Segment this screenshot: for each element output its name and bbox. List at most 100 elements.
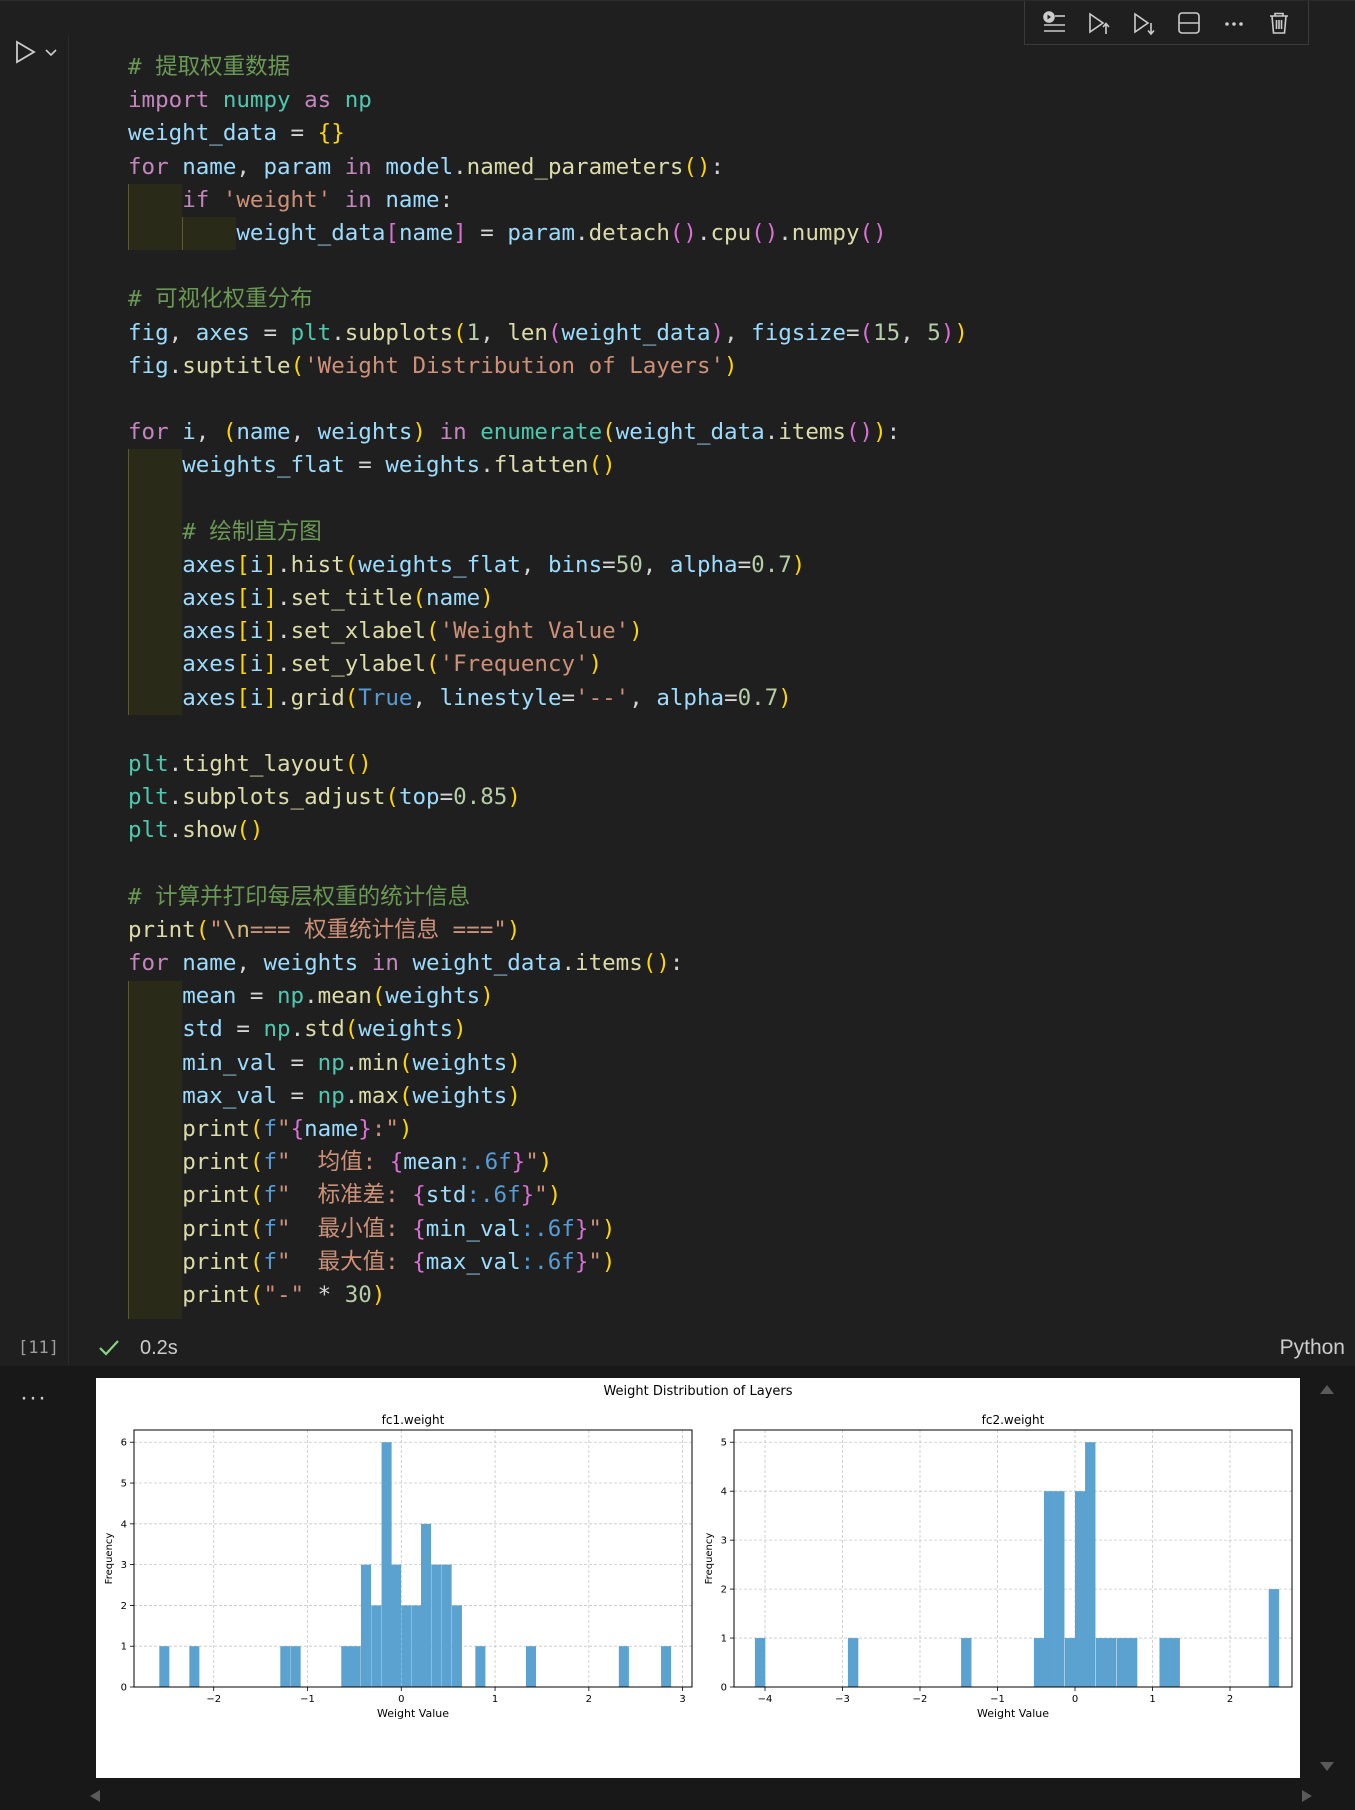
code-line[interactable]: import numpy as np [128,84,968,117]
code-token: . [277,651,291,678]
code-token: weights [263,950,359,977]
scroll-left-arrow-icon [90,1790,100,1802]
histogram-bar [754,1638,766,1687]
run-by-line-button[interactable] [1037,6,1071,40]
code-token: , [900,319,928,346]
code-line[interactable]: print(f" 最大值: {max_val:.6f}") [128,1246,968,1279]
code-line[interactable]: # 可视化权重分布 [128,283,968,316]
more-actions-button[interactable] [1217,6,1251,40]
code-token: axes [182,651,237,678]
code-line[interactable]: print(f" 标准差: {std:.6f}") [128,1179,968,1212]
code-line[interactable]: for name, param in model.named_parameter… [128,151,968,184]
chevron-down-icon[interactable] [42,43,60,61]
code-line[interactable]: weight_data = {} [128,117,968,150]
code-token: { [412,1215,426,1242]
code-token: name [385,186,440,213]
code-line[interactable]: print("\n=== 权重统计信息 ===") [128,914,968,947]
code-line[interactable]: if 'weight' in name: [128,184,968,217]
code-line[interactable]: print(f"{name}:") [128,1113,968,1146]
code-token: 15 [873,319,901,346]
code-token: ) [778,684,792,711]
code-line[interactable] [128,715,968,748]
code-line[interactable]: max_val = np.max(weights) [128,1080,968,1113]
code-token: suptitle [182,352,291,379]
code-line[interactable]: min_val = np.min(weights) [128,1047,968,1080]
code-line[interactable]: mean = np.mean(weights) [128,980,968,1013]
code-line[interactable] [128,250,968,283]
code-line[interactable]: print("-" * 30) [128,1279,968,1312]
language-selector[interactable]: Python [1280,1336,1345,1360]
histogram-bar [420,1523,432,1687]
code-token: i [249,618,264,645]
code-token: , [195,419,223,446]
code-token: () [236,817,264,844]
code-line[interactable]: weights_flat = weights.flatten() [128,449,968,482]
code-line[interactable]: # 绘制直方图 [128,516,968,549]
output-more-button[interactable]: ··· [20,1384,47,1412]
code-token: . [168,750,183,777]
code-editor[interactable]: # 提取权重数据 import numpy as np weight_data = … [128,51,968,1312]
code-line[interactable]: plt.tight_layout() [128,748,968,781]
code-line[interactable] [128,848,968,881]
scroll-down-arrow-icon[interactable] [1318,1760,1336,1774]
code-line[interactable] [128,383,968,416]
code-token: ( [249,1149,264,1176]
code-line[interactable]: weight_data[name] = param.detach().cpu()… [128,217,968,250]
notebook-cell[interactable]: # 提取权重数据 import numpy as np weight_data = … [0,0,1355,1366]
histogram-bar [1126,1638,1138,1687]
code-line[interactable] [128,482,968,515]
split-cell-button[interactable] [1172,6,1206,40]
code-line[interactable]: fig, axes = plt.subplots(1, len(weight_d… [128,317,968,350]
code-line[interactable]: for name, weights in weight_data.items()… [128,947,968,980]
code-line[interactable]: axes[i].set_ylabel('Frequency') [128,648,968,681]
delete-cell-button[interactable] [1262,6,1296,40]
code-token: ) [398,1116,413,1142]
code-token: set_title [290,585,413,611]
code-token: plt [128,750,169,777]
code-token: {} [317,120,345,147]
code-line[interactable]: axes[i].hist(weights_flat, bins=50, alph… [128,549,968,582]
code-token: ( [344,1016,359,1043]
code-token: 'Frequency' [439,651,589,678]
code-line[interactable]: axes[i].set_title(name) [128,582,968,615]
code-line[interactable]: axes[i].grid(True, linestyle='--', alpha… [128,682,968,715]
code-token: ( [249,1116,264,1142]
code-token: f [263,1149,278,1176]
code-line[interactable]: axes[i].set_xlabel('Weight Value') [128,615,968,648]
code-token: 1 [466,319,481,346]
histogram-bar [350,1646,361,1687]
code-line[interactable]: plt.subplots_adjust(top=0.85) [128,781,968,814]
horizontal-scrollbar[interactable] [86,1788,1316,1804]
code-line[interactable]: std = np.std(weights) [128,1013,968,1046]
subplot-title: fc1.weight [382,1413,445,1427]
run-cell-icon[interactable] [12,39,38,65]
scroll-up-arrow-icon[interactable] [1318,1382,1336,1396]
code-token: np [277,983,305,1010]
code-line[interactable]: # 提取权重数据 [128,51,968,84]
code-token: . [480,452,494,479]
code-token: === 权重统计信息 ===" [249,916,507,943]
code-line[interactable]: fig.suptitle('Weight Distribution of Lay… [128,350,968,383]
code-token: () [642,950,670,977]
code-line[interactable]: plt.show() [128,814,968,847]
histogram-bar [661,1646,672,1687]
execute-below-button[interactable] [1127,6,1161,40]
code-token: mean [317,983,372,1010]
code-line[interactable]: # 计算并打印每层权重的统计信息 [128,881,968,914]
code-line[interactable]: print(f" 最小值: {min_val:.6f}") [128,1213,968,1246]
histogram-bar [411,1605,422,1687]
code-token: in [439,419,467,446]
code-token: . [764,419,779,446]
code-line[interactable]: print(f" 均值: {mean:.6f}") [128,1146,968,1179]
code-token: . [344,1049,359,1076]
code-line[interactable]: for i, (name, weights) in enumerate(weig… [128,416,968,449]
code-token: ) [480,585,494,611]
execute-above-button[interactable] [1082,6,1116,40]
code-token: . [561,950,576,977]
